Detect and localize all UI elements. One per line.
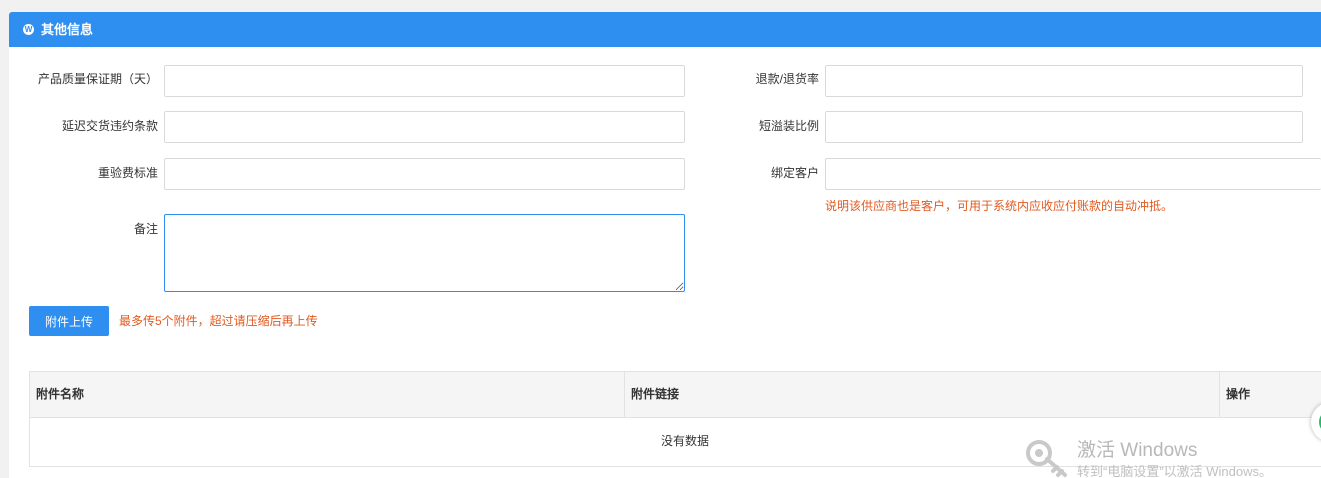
remark-textarea[interactable] (164, 214, 685, 292)
warranty-input[interactable] (164, 65, 685, 97)
bind-customer-label: 绑定客户 (770, 166, 819, 180)
table-empty-row: 没有数据 (30, 418, 1321, 466)
wordpress-icon: W (23, 24, 34, 35)
upload-attachment-button[interactable]: 附件上传 (29, 306, 109, 336)
column-header-actions: 操作 (1226, 387, 1251, 401)
short-over-ratio-label: 短溢装比例 (758, 119, 819, 133)
column-header-attachment-name: 附件名称 (30, 372, 625, 417)
upload-hint: 最多传5个附件，超过请压缩后再上传 (119, 314, 318, 328)
remark-label: 备注 (133, 222, 158, 236)
other-info-panel: W 其他信息 产品质量保证期（天） 延迟交货违约条款 重验费标准 备注 退款/退… (9, 12, 1321, 478)
refund-rate-label: 退款/退货率 (755, 72, 819, 86)
empty-text: 没有数据 (660, 434, 709, 448)
attachments-table: 附件名称 附件链接 操作 没有数据 (29, 371, 1321, 467)
bind-customer-hint: 说明该供应商也是客户，可用于系统内应收应付账款的自动冲抵。 (825, 199, 1174, 213)
table-header: 附件名称 附件链接 操作 (30, 372, 1321, 418)
panel-title: 其他信息 (41, 22, 94, 37)
column-header-attachment-link: 附件链接 (625, 372, 1220, 417)
page: W 其他信息 产品质量保证期（天） 延迟交货违约条款 重验费标准 备注 退款/退… (0, 0, 1321, 478)
reinspection-fee-input[interactable] (164, 158, 685, 190)
bind-customer-input[interactable] (825, 158, 1321, 190)
delay-penalty-input[interactable] (164, 111, 685, 143)
short-over-ratio-input[interactable] (825, 111, 1303, 143)
delay-penalty-label: 延迟交货违约条款 (61, 119, 158, 133)
reinspection-fee-label: 重验费标准 (97, 166, 158, 180)
warranty-label: 产品质量保证期（天） (37, 72, 158, 86)
panel-header: W 其他信息 (9, 12, 1321, 47)
refund-rate-input[interactable] (825, 65, 1303, 97)
